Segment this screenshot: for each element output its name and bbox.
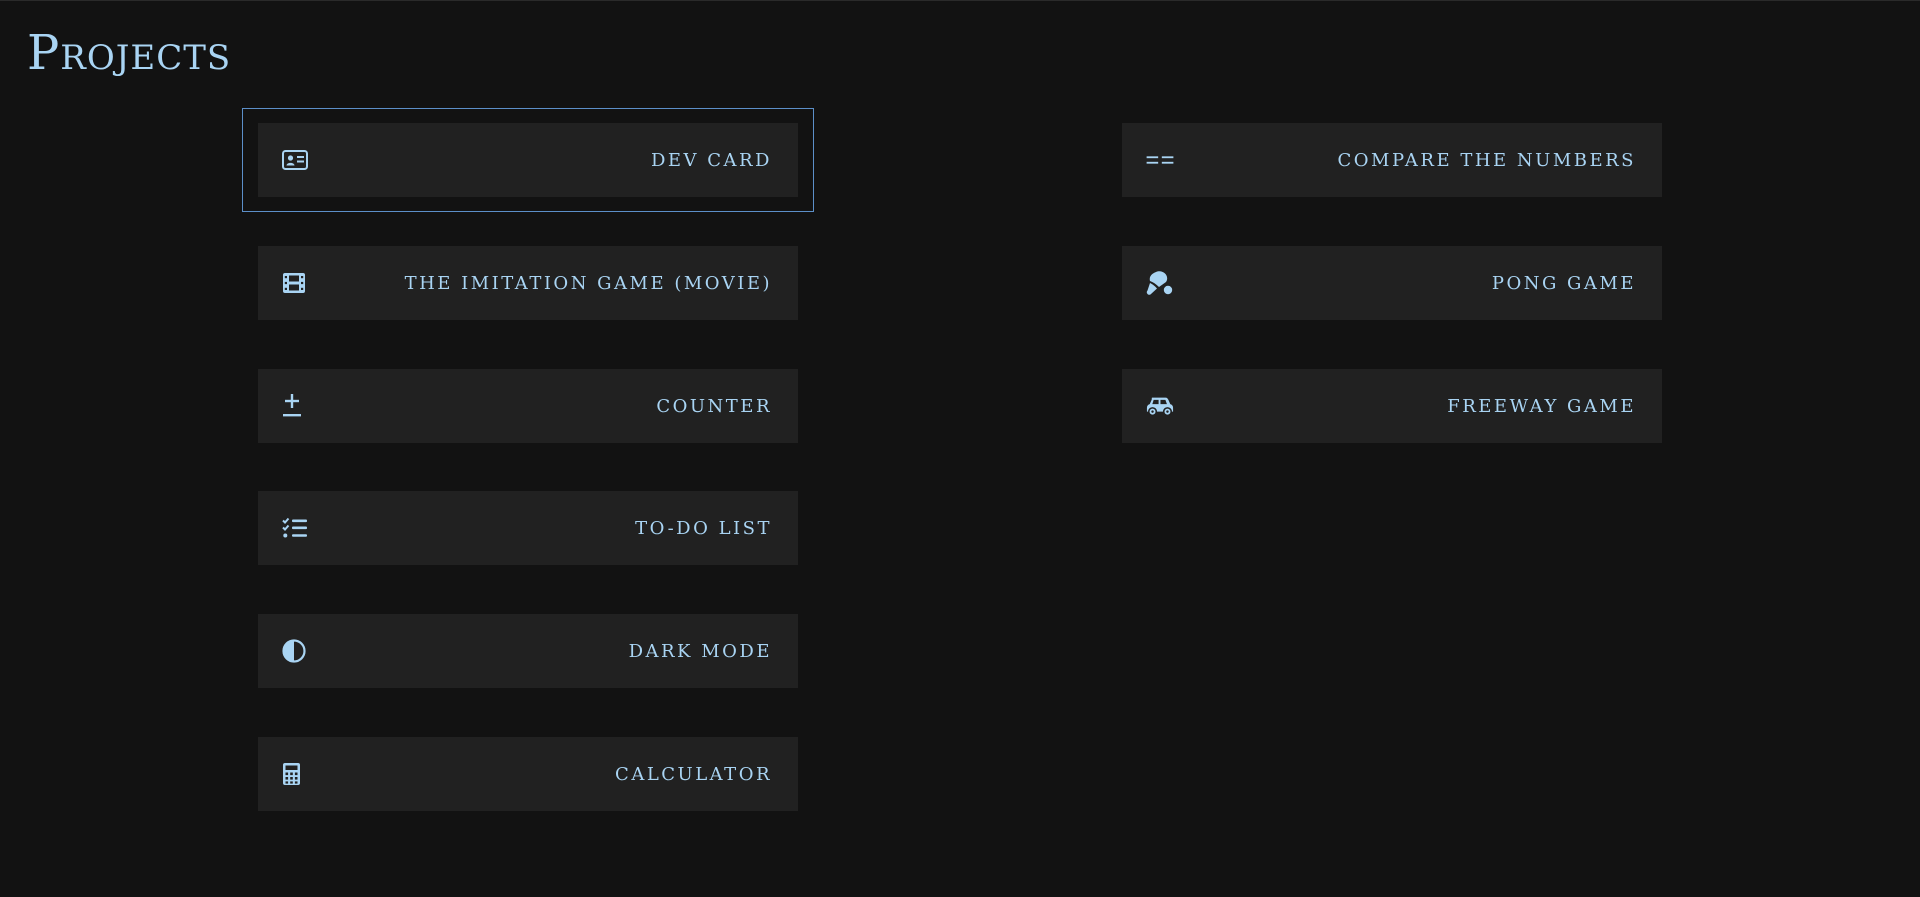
project-card-freeway-game[interactable]: Freeway Game	[1122, 369, 1662, 443]
project-card-dev-card[interactable]: Dev Card	[242, 108, 814, 212]
project-label: Pong Game	[1491, 272, 1636, 294]
project-card-imitation-game[interactable]: The Imitation Game (movie)	[258, 246, 798, 320]
project-label: Dark Mode	[628, 640, 772, 662]
table-tennis-icon	[1146, 269, 1174, 297]
page-title: Projects	[27, 25, 232, 81]
plus-minus-icon	[282, 392, 310, 420]
equals-icon	[1146, 146, 1174, 174]
film-icon	[282, 269, 310, 297]
id-card-icon	[282, 146, 310, 174]
checklist-icon	[282, 514, 310, 542]
project-label: Compare the Numbers	[1337, 149, 1636, 171]
project-label: Dev Card	[650, 149, 772, 171]
project-label: Counter	[656, 395, 772, 417]
project-label: To-Do List	[635, 517, 772, 539]
project-card-calculator[interactable]: Calculator	[258, 737, 798, 811]
calculator-icon	[282, 760, 310, 788]
project-card-pong-game[interactable]: Pong Game	[1122, 246, 1662, 320]
project-label: The Imitation Game (movie)	[404, 272, 772, 294]
project-card-compare-numbers[interactable]: Compare the Numbers	[1122, 123, 1662, 197]
contrast-icon	[282, 637, 310, 665]
project-card-todo-list[interactable]: To-Do List	[258, 491, 798, 565]
car-icon	[1146, 392, 1174, 420]
project-label: Calculator	[615, 763, 772, 785]
project-label: Freeway Game	[1447, 395, 1636, 417]
project-card-dark-mode[interactable]: Dark Mode	[258, 614, 798, 688]
project-card-counter[interactable]: Counter	[258, 369, 798, 443]
